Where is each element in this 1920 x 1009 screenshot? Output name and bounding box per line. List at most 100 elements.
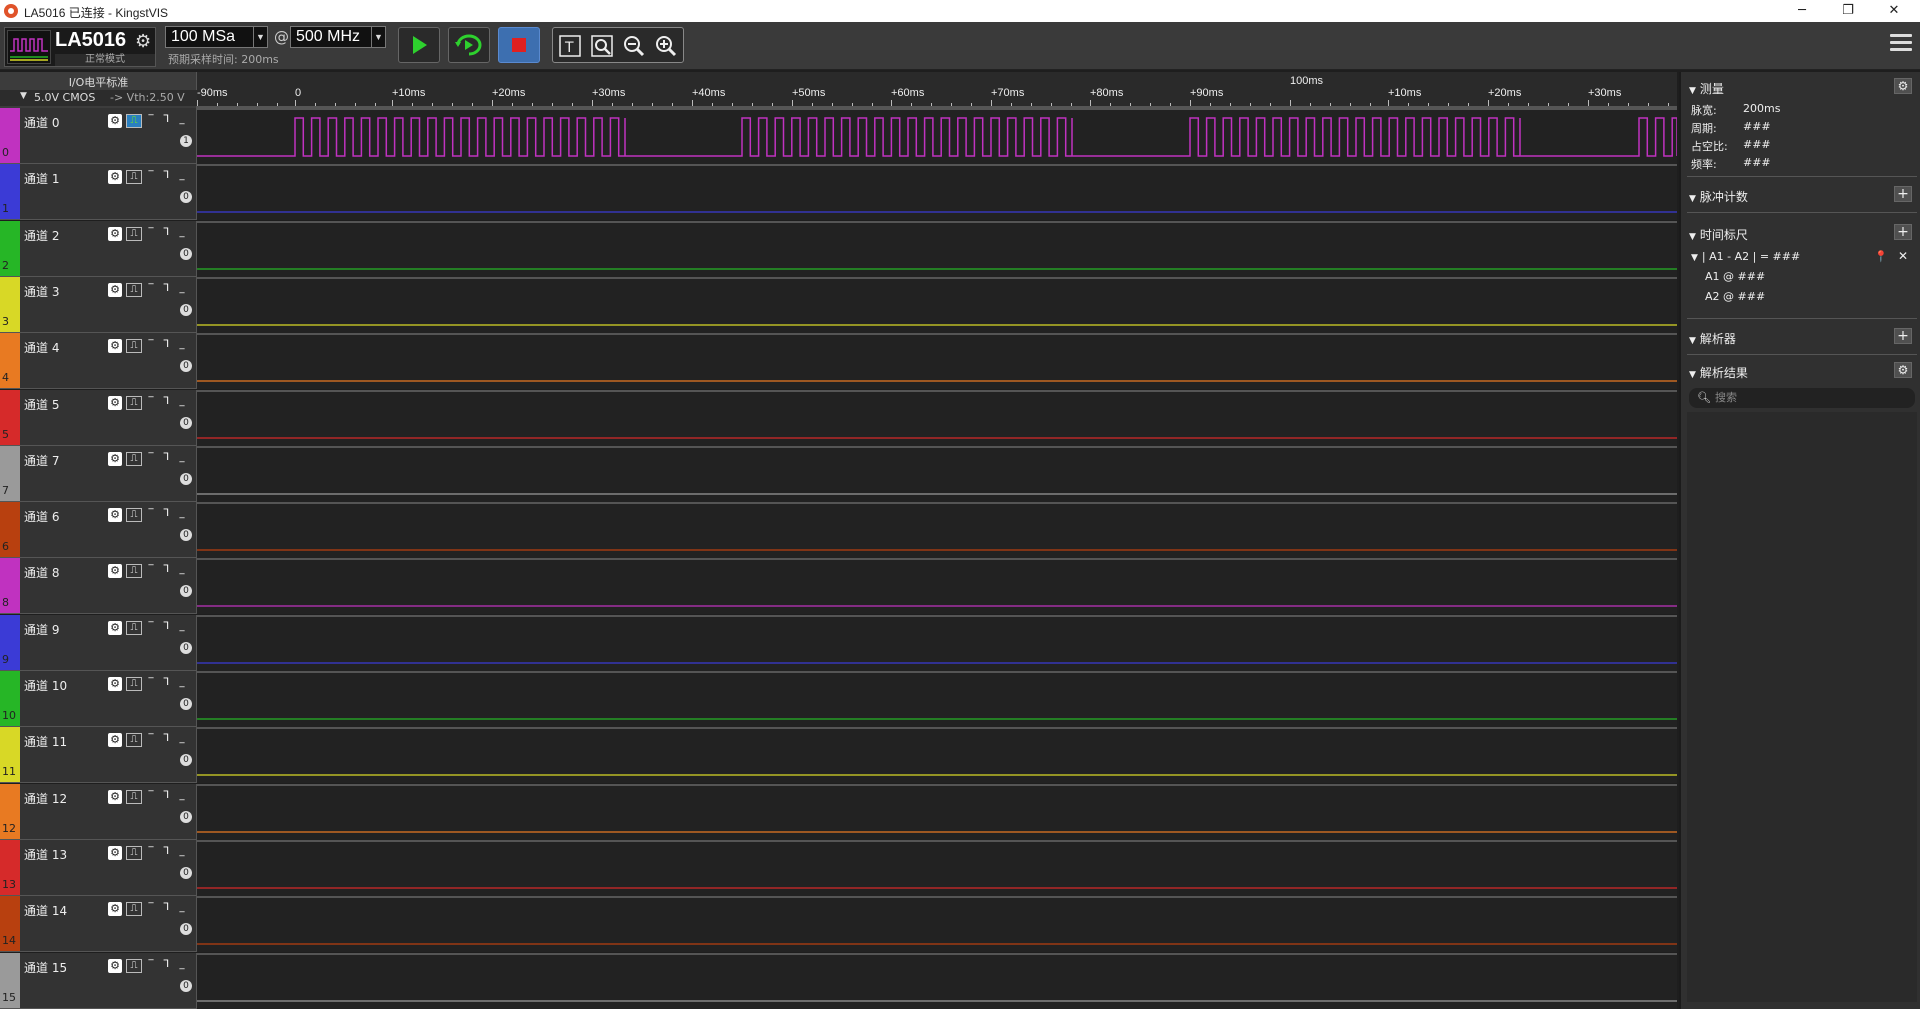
channel-panel[interactable]: 0 通道 0 ⚙ ⎍ ‾ ᒣ _ 1 <box>0 108 197 164</box>
channel-waveform[interactable] <box>197 389 1677 446</box>
high-level-trigger-icon[interactable]: ‾ <box>143 508 159 522</box>
channel-waveform[interactable] <box>197 220 1677 277</box>
low-level-trigger-icon[interactable]: _ <box>174 677 190 691</box>
high-level-trigger-icon[interactable]: ‾ <box>143 283 159 297</box>
results-settings-gear-icon[interactable]: ⚙ <box>1894 362 1912 378</box>
channel-color-tab[interactable]: 3 <box>0 276 20 332</box>
channel-waveform[interactable] <box>197 671 1677 727</box>
channel-panel[interactable]: 3 通道 3 ⚙ ⎍ ‾ ᒣ _ 0 <box>0 276 197 333</box>
channel-settings-gear-icon[interactable]: ⚙ <box>108 902 122 917</box>
rising-edge-trigger-icon[interactable]: ⎍ <box>126 339 142 354</box>
channel-color-tab[interactable]: 15 <box>0 952 20 1008</box>
stop-button[interactable] <box>498 27 540 63</box>
minimize-button[interactable]: ─ <box>1780 0 1824 22</box>
sample-rate-select[interactable]: 500 MHz ▼ <box>290 26 386 48</box>
sample-depth-select[interactable]: 100 MSa ▼ <box>165 26 268 48</box>
channel-color-tab[interactable]: 12 <box>0 783 20 839</box>
rising-edge-trigger-icon[interactable]: ⎍ <box>126 226 142 241</box>
channel-settings-gear-icon[interactable]: ⚙ <box>108 958 122 973</box>
channel-label[interactable]: 通道 2 <box>24 227 59 244</box>
rising-edge-trigger-icon[interactable]: ⎍ <box>126 902 142 917</box>
falling-edge-trigger-icon[interactable]: ᒣ <box>158 846 174 860</box>
repeat-start-button[interactable] <box>448 27 490 63</box>
high-level-trigger-icon[interactable]: ‾ <box>143 114 159 128</box>
results-search-input[interactable]: 🔍︎ 搜索 <box>1689 388 1915 408</box>
rising-edge-trigger-icon[interactable]: ⎍ <box>126 114 142 128</box>
high-level-trigger-icon[interactable]: ‾ <box>143 790 159 804</box>
channel-settings-gear-icon[interactable]: ⚙ <box>108 170 122 185</box>
low-level-trigger-icon[interactable]: _ <box>174 902 190 916</box>
channel-settings-gear-icon[interactable]: ⚙ <box>108 845 122 860</box>
channel-waveform[interactable] <box>197 445 1677 502</box>
channel-waveform[interactable] <box>197 558 1677 615</box>
channel-waveform[interactable] <box>197 839 1677 896</box>
channel-panel[interactable]: 4 通道 4 ⚙ ⎍ ‾ ᒣ _ 0 <box>0 333 197 390</box>
channel-color-tab[interactable]: 4 <box>0 333 20 389</box>
high-level-trigger-icon[interactable]: ‾ <box>143 733 159 747</box>
channel-waveform[interactable] <box>197 727 1677 784</box>
falling-edge-trigger-icon[interactable]: ᒣ <box>158 677 174 691</box>
channel-color-tab[interactable]: 6 <box>0 502 20 558</box>
time-ruler[interactable]: -90ms 0 +10ms +20ms +30ms +40ms +50ms +6… <box>197 72 1677 108</box>
channel-color-tab[interactable]: 11 <box>0 727 20 783</box>
low-level-trigger-icon[interactable]: _ <box>174 227 190 241</box>
channel-color-tab[interactable]: 13 <box>0 839 20 895</box>
rising-edge-trigger-icon[interactable]: ⎍ <box>126 395 142 410</box>
close-icon[interactable]: ✕ <box>1898 249 1908 263</box>
measure-settings-gear-icon[interactable]: ⚙ <box>1894 78 1912 94</box>
channel-label[interactable]: 通道 10 <box>24 677 67 694</box>
falling-edge-trigger-icon[interactable]: ᒣ <box>158 733 174 747</box>
channel-waveform[interactable] <box>197 164 1677 221</box>
falling-edge-trigger-icon[interactable]: ᒣ <box>158 621 174 635</box>
channel-settings-gear-icon[interactable]: ⚙ <box>108 508 122 523</box>
channel-label[interactable]: 通道 1 <box>24 170 59 187</box>
low-level-trigger-icon[interactable]: _ <box>174 170 190 184</box>
rising-edge-trigger-icon[interactable]: ⎍ <box>126 958 142 973</box>
channel-panel[interactable]: 11 通道 11 ⚙ ⎍ ‾ ᒣ _ 0 <box>0 727 197 784</box>
channel-panel[interactable]: 8 通道 8 ⚙ ⎍ ‾ ᒣ _ 0 <box>0 558 197 615</box>
channel-panel[interactable]: 15 通道 15 ⚙ ⎍ ‾ ᒣ _ 0 <box>0 952 197 1009</box>
time-ruler-header[interactable]: ▼ 时间标尺 <box>1689 226 1748 243</box>
high-level-trigger-icon[interactable]: ‾ <box>143 227 159 241</box>
falling-edge-trigger-icon[interactable]: ᒣ <box>158 114 174 128</box>
high-level-trigger-icon[interactable]: ‾ <box>143 170 159 184</box>
hamburger-menu-icon[interactable] <box>1890 34 1912 56</box>
rising-edge-trigger-icon[interactable]: ⎍ <box>126 733 142 748</box>
channel-waveform[interactable] <box>197 896 1677 953</box>
channel-waveform[interactable] <box>197 502 1677 559</box>
falling-edge-trigger-icon[interactable]: ᒣ <box>158 170 174 184</box>
channel-label[interactable]: 通道 4 <box>24 339 59 356</box>
low-level-trigger-icon[interactable]: _ <box>174 508 190 522</box>
high-level-trigger-icon[interactable]: ‾ <box>143 564 159 578</box>
falling-edge-trigger-icon[interactable]: ᒣ <box>158 508 174 522</box>
channel-label[interactable]: 通道 6 <box>24 508 59 525</box>
pin-icon[interactable]: 📍 <box>1874 250 1888 263</box>
falling-edge-trigger-icon[interactable]: ᒣ <box>158 959 174 973</box>
rising-edge-trigger-icon[interactable]: ⎍ <box>126 620 142 635</box>
falling-edge-trigger-icon[interactable]: ᒣ <box>158 283 174 297</box>
zoom-in-icon[interactable] <box>653 33 679 59</box>
channel-settings-gear-icon[interactable]: ⚙ <box>108 733 122 748</box>
channel-label[interactable]: 通道 9 <box>24 621 59 638</box>
rising-edge-trigger-icon[interactable]: ⎍ <box>126 677 142 691</box>
channel-settings-gear-icon[interactable]: ⚙ <box>108 339 122 354</box>
high-level-trigger-icon[interactable]: ‾ <box>143 339 159 353</box>
channel-waveform[interactable] <box>197 276 1677 333</box>
low-level-trigger-icon[interactable]: _ <box>174 452 190 466</box>
falling-edge-trigger-icon[interactable]: ᒣ <box>158 452 174 466</box>
rising-edge-trigger-icon[interactable]: ⎍ <box>126 508 142 523</box>
channel-waveform[interactable] <box>197 783 1677 840</box>
rising-edge-trigger-icon[interactable]: ⎍ <box>126 564 142 579</box>
ruler-expression[interactable]: ▼ | A1 - A2 | = ### <box>1691 250 1800 263</box>
io-level-select[interactable]: ▼ 5.0V CMOS -> Vth:2.50 V <box>0 90 197 106</box>
channel-waveform[interactable] <box>197 333 1677 390</box>
start-button[interactable] <box>398 27 440 63</box>
text-tool-icon[interactable]: T <box>557 33 583 59</box>
channel-label[interactable]: 通道 15 <box>24 959 67 976</box>
channel-waveform[interactable] <box>197 952 1677 1009</box>
channel-panel[interactable]: 1 通道 1 ⚙ ⎍ ‾ ᒣ _ 0 <box>0 164 197 221</box>
channel-color-tab[interactable]: 7 <box>0 445 20 501</box>
channel-label[interactable]: 通道 0 <box>24 114 59 131</box>
analyzer-header[interactable]: ▼ 解析器 <box>1689 330 1736 347</box>
low-level-trigger-icon[interactable]: _ <box>174 339 190 353</box>
